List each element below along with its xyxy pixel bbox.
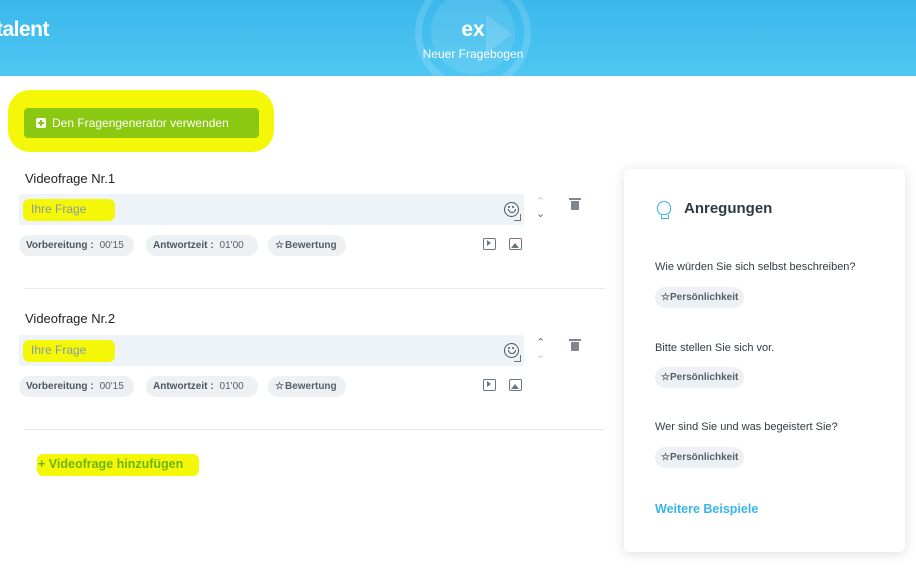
suggestion-text[interactable]: Wie würden Sie sich selbst beschreiben? [655,261,856,273]
divider [24,288,605,289]
star-icon: ☆ [661,292,670,303]
resize-handle[interactable] [514,214,521,221]
chevron-up-icon[interactable]: ⌃ [536,337,545,348]
rating-pill[interactable]: ☆ Bewertung [268,376,346,397]
question-2-placeholder: Ihre Frage [31,343,87,357]
video-icon[interactable] [483,238,496,250]
trash-icon[interactable] [569,339,581,351]
suggestion-text[interactable]: Bitte stellen Sie sich vor. [655,342,774,354]
add-box-icon [36,118,46,128]
star-icon: ☆ [661,452,670,463]
suggestions-card [624,169,905,552]
suggestions-title: Anregungen [684,200,773,217]
question-2-title: Videofrage Nr.2 [25,311,116,326]
image-icon[interactable] [509,379,522,391]
image-icon[interactable] [509,238,522,250]
lightbulb-icon [657,201,671,219]
prep-time-pill[interactable]: Vorbereitung :00'15 [19,235,134,256]
resize-handle[interactable] [514,355,521,362]
app-header: talent ex Neuer Fragebogen [0,0,916,76]
suggestion-tag[interactable]: ☆ Persönlichkeit [655,447,745,468]
question-1-title: Videofrage Nr.1 [25,171,116,186]
suggestion-tag[interactable]: ☆ Persönlichkeit [655,367,745,388]
brand-title: ex [461,18,485,41]
divider [24,429,605,430]
generator-button-label: Den Fragengenerator verwenden [52,116,229,130]
answer-time-pill[interactable]: Antwortzeit :01'00 [146,235,258,256]
star-icon: ☆ [275,381,284,392]
suggestion-text[interactable]: Wer sind Sie und was begeistert Sie? [655,421,838,433]
add-question-link[interactable]: + Videofrage hinzufügen [38,457,183,471]
generator-button[interactable]: Den Fragengenerator verwenden [24,108,259,138]
rating-pill[interactable]: ☆ Bewertung [268,235,346,256]
chevron-up-icon[interactable]: ⌃ [536,196,545,207]
question-1-placeholder: Ihre Frage [31,202,87,216]
more-examples-link[interactable]: Weitere Beispiele [655,502,758,516]
chevron-down-icon[interactable]: ⌄ [536,208,545,219]
suggestion-tag[interactable]: ☆ Persönlichkeit [655,287,745,308]
star-icon: ☆ [661,372,670,383]
page-subtitle: Neuer Fragebogen [422,47,524,61]
answer-time-pill[interactable]: Antwortzeit :01'00 [146,376,258,397]
star-icon: ☆ [275,240,284,251]
video-icon[interactable] [483,379,496,391]
trash-icon[interactable] [569,198,581,210]
prep-time-pill[interactable]: Vorbereitung :00'15 [19,376,134,397]
chevron-down-icon[interactable]: ⌄ [536,349,545,360]
